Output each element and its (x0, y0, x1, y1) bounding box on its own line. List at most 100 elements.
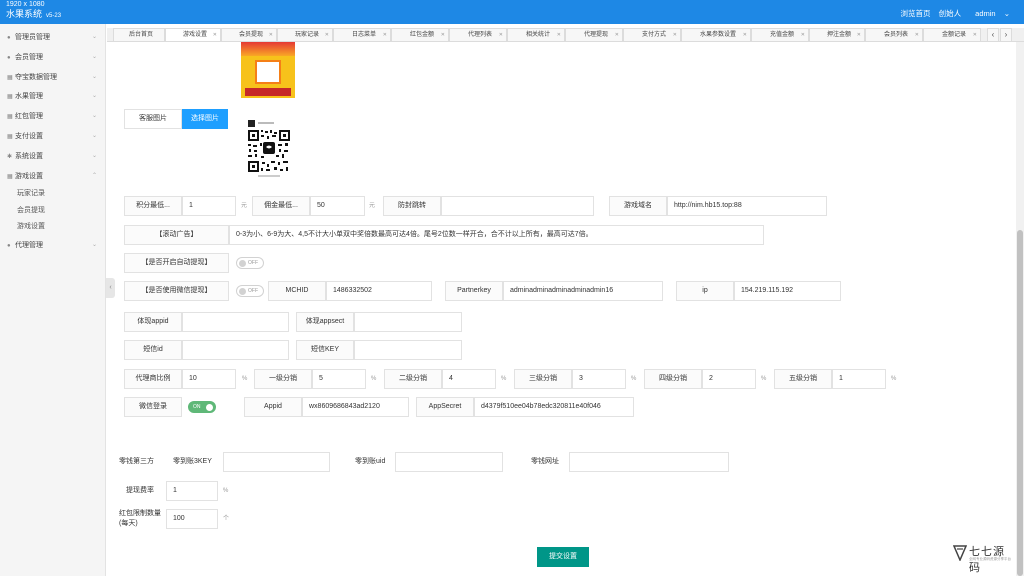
tab-game-settings[interactable]: 游戏设置 ✕ (165, 28, 221, 41)
close-icon[interactable]: ✕ (673, 29, 677, 41)
close-icon[interactable]: ✕ (213, 29, 217, 41)
level3-input[interactable]: 3 (572, 369, 626, 389)
close-icon[interactable]: ✕ (915, 29, 919, 41)
anti-block-input[interactable] (441, 196, 594, 216)
sms-id-input[interactable] (182, 340, 289, 360)
level5-input[interactable]: 1 (832, 369, 886, 389)
app-title: 水果系统 v5-23 (6, 9, 61, 21)
sidebar-item-admin[interactable]: ● 管理员管理 ⌄ (0, 28, 105, 48)
tab-scroll-right-button[interactable]: › (1000, 28, 1012, 42)
close-icon[interactable]: ✕ (325, 29, 329, 41)
thirdparty-uid-label: 零到账uid (355, 458, 386, 465)
tab-agent-list[interactable]: 代理列表 ✕ (449, 28, 507, 41)
close-icon[interactable]: ✕ (499, 29, 503, 41)
appid-input[interactable]: wx8609686843ad2120 (302, 397, 409, 417)
sidebar-subitem-game-settings[interactable]: 游戏设置 (0, 219, 105, 236)
commission-min-input[interactable]: 50 (310, 196, 365, 216)
chevron-down-icon: ⌄ (91, 73, 97, 80)
toggle-state: ON (193, 404, 201, 410)
tab-fruit-params[interactable]: 水果参数设置 ✕ (681, 28, 751, 41)
tab-member-list[interactable]: 会员列表 ✕ (865, 28, 923, 41)
close-icon[interactable]: ✕ (269, 29, 273, 41)
user-icon: ● (7, 35, 11, 41)
close-icon[interactable]: ✕ (383, 29, 387, 41)
close-icon[interactable]: ✕ (857, 29, 861, 41)
tab-bet-amount[interactable]: 押注金额 ✕ (809, 28, 865, 41)
sidebar-subitem-player-records[interactable]: 玩家记录 (0, 186, 105, 203)
sidebar-item-fruit[interactable]: ▦ 水果管理 ⌄ (0, 87, 105, 107)
tab-home[interactable]: 后台首页 (113, 28, 165, 41)
partnerkey-label: Partnerkey (445, 281, 503, 301)
close-icon[interactable]: ✕ (441, 29, 445, 41)
tab-member-withdraw[interactable]: 会员提现 ✕ (221, 28, 277, 41)
tab-log-menu[interactable]: 日志菜单 ✕ (333, 28, 391, 41)
sidebar-item-game[interactable]: ▦ 游戏设置 ⌃ (0, 167, 105, 187)
sidebar-item-payment[interactable]: ▦ 支付设置 ⌄ (0, 127, 105, 147)
close-icon[interactable]: ✕ (973, 29, 977, 41)
ip-label: ip (676, 281, 734, 301)
tab-statistics[interactable]: 相关统计 ✕ (507, 28, 565, 41)
sidebar-item-agent[interactable]: ● 代理管理 ⌄ (0, 236, 105, 256)
tab-label: 押注金额 (826, 32, 851, 38)
wechat-login-toggle[interactable]: ON (188, 401, 216, 413)
sidebar-item-system[interactable]: ✱ 系统设置 ⌄ (0, 147, 105, 167)
scrollbar-thumb[interactable] (1017, 230, 1023, 576)
tab-bar: 后台首页 游戏设置 ✕ 会员提现 ✕ 玩家记录 ✕ 日志菜单 ✕ 红包金额 ✕ 代理列表 ✕… (107, 28, 1024, 42)
tab-label: 水果参数设置 (699, 32, 736, 38)
thirdparty-key-input[interactable] (223, 452, 330, 472)
sidebar-item-label: 系统设置 (15, 152, 43, 160)
commission-min-label: 佣金最低... (252, 196, 310, 216)
version-label: v5-23 (46, 13, 62, 19)
founder-link[interactable]: 创始人 (939, 9, 962, 18)
mchid-label: MCHID (268, 281, 326, 301)
toggle-knob (239, 260, 246, 267)
tab-payment-methods[interactable]: 支付方式 ✕ (623, 28, 681, 41)
thirdparty-url-input[interactable] (569, 452, 729, 472)
tab-redpacket-amount[interactable]: 红包金额 ✕ (391, 28, 449, 41)
tab-agent-withdraw[interactable]: 代理提现 ✕ (565, 28, 623, 41)
home-link[interactable]: 浏览首页 (900, 9, 930, 18)
game-domain-input[interactable]: http://nim.hb15.top:88 (667, 196, 827, 216)
points-unit: 元 (241, 203, 248, 209)
percent-unit: % (371, 376, 377, 382)
sidebar-collapse-toggle[interactable]: ‹ (106, 278, 115, 298)
withdraw-appsect-input[interactable] (354, 312, 462, 332)
ip-input[interactable]: 154.219.115.192 (734, 281, 841, 301)
sidebar-item-treasure[interactable]: ▦ 夺宝数据管理 ⌄ (0, 68, 105, 88)
redpacket-limit-input[interactable]: 100 (166, 509, 218, 529)
partnerkey-input[interactable]: adminadminadminadminadmin16 (503, 281, 663, 301)
tab-player-records[interactable]: 玩家记录 ✕ (277, 28, 333, 41)
sidebar-subitem-member-withdraw[interactable]: 会员提现 (0, 203, 105, 220)
withdraw-appid-input[interactable] (182, 312, 289, 332)
mchid-input[interactable]: 1486332502 (326, 281, 432, 301)
user-icon: ● (7, 54, 11, 61)
game-domain-label: 游戏域名 (609, 196, 667, 216)
toggle-state: OFF (248, 260, 258, 266)
sidebar-item-redpacket[interactable]: ▦ 红包管理 ⌄ (0, 107, 105, 127)
appsecret-input[interactable]: d4379f510ee04b78edc320811e40f046 (474, 397, 634, 417)
auto-withdraw-toggle[interactable]: OFF (236, 257, 264, 269)
wechat-withdraw-toggle[interactable]: OFF (236, 285, 264, 297)
level1-input[interactable]: 5 (312, 369, 366, 389)
close-icon[interactable]: ✕ (743, 29, 747, 41)
admin-menu[interactable]: admin ⌄ (969, 9, 1010, 18)
level4-input[interactable]: 2 (702, 369, 756, 389)
sms-key-input[interactable] (354, 340, 462, 360)
points-min-input[interactable]: 1 (182, 196, 236, 216)
close-icon[interactable]: ✕ (801, 29, 805, 41)
choose-image-button[interactable]: 选择图片 (182, 109, 228, 129)
chevron-down-icon: ⌄ (91, 34, 97, 40)
thirdparty-uid-input[interactable] (395, 452, 503, 472)
level2-input[interactable]: 4 (442, 369, 496, 389)
close-icon[interactable]: ✕ (615, 29, 619, 41)
agent-ratio-input[interactable]: 10 (182, 369, 236, 389)
tab-amount-records[interactable]: 金额记录 ✕ (923, 28, 981, 41)
submit-settings-button[interactable]: 提交设置 (537, 547, 589, 567)
wechat-login-label: 微信登录 (124, 397, 182, 417)
tab-recharge-amount[interactable]: 充值金额 ✕ (751, 28, 809, 41)
scrolling-ad-input[interactable]: 0-3为小、6-9为大、4,5不计大小单双中奖倍数最高可达4倍。尾号2位数一样开… (229, 225, 764, 245)
close-icon[interactable]: ✕ (557, 29, 561, 41)
tab-scroll-left-button[interactable]: ‹ (987, 28, 999, 42)
withdraw-fee-input[interactable]: 1 (166, 481, 218, 501)
sidebar-item-members[interactable]: ● 会员管理 ⌄ (0, 48, 105, 68)
